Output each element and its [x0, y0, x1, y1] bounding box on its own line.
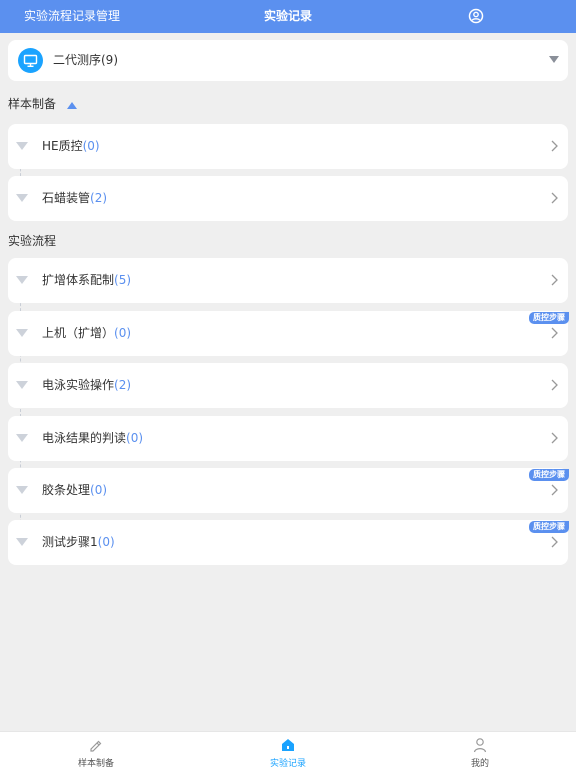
step-row-machine-amplification[interactable]: 上机（扩增）(0) 质控步骤: [8, 311, 569, 356]
step-count: (0): [114, 326, 132, 340]
step-row-amplification-setup[interactable]: 扩增体系配制(5): [8, 258, 568, 303]
step-name: 电泳实验操作: [42, 378, 115, 392]
section-label: 实验流程: [8, 234, 57, 248]
step-name: 石蜡装管: [42, 191, 91, 205]
step-row-gel-strip-processing[interactable]: 胶条处理(0) 质控步骤: [8, 468, 569, 513]
tab-experiment-records[interactable]: 实验记录: [192, 732, 384, 769]
edit-icon: [90, 740, 102, 752]
bottom-nav: 样本制备 实验记录 我的: [0, 731, 576, 769]
step-count: (0): [82, 139, 100, 153]
qc-step-badge: 质控步骤: [529, 469, 569, 481]
step-count: (0): [90, 483, 108, 497]
chevron-right-icon: [551, 379, 558, 391]
tab-label: 实验记录: [269, 759, 306, 769]
qc-step-badge: 质控步骤: [529, 521, 569, 533]
chevron-right-icon: [551, 432, 558, 444]
monitor-icon: [18, 48, 43, 73]
step-marker-icon: [16, 381, 28, 389]
step-marker-icon: [16, 194, 28, 202]
step-row-test-step-1[interactable]: 测试步骤1(0) 质控步骤: [8, 520, 569, 565]
project-selector-label: 二代测序(9): [53, 53, 118, 67]
app-title[interactable]: 实验流程记录管理: [24, 0, 120, 33]
step-count: (5): [114, 273, 132, 287]
step-name: 胶条处理: [42, 483, 91, 497]
chevron-right-icon: [551, 484, 558, 496]
project-selector[interactable]: 二代测序(9): [8, 40, 568, 81]
step-row-paraffin-tube[interactable]: 石蜡装管(2): [8, 176, 568, 221]
tab-sample-prep[interactable]: 样本制备: [0, 732, 192, 769]
user-icon: [473, 738, 487, 753]
step-marker-icon: [16, 538, 28, 546]
step-name: 上机（扩增）: [42, 326, 115, 340]
qc-step-badge: 质控步骤: [529, 312, 569, 324]
step-name: 电泳结果的判读: [42, 431, 127, 445]
step-count: (2): [90, 191, 108, 205]
section-label: 样本制备: [8, 97, 57, 111]
step-marker-icon: [16, 329, 28, 337]
step-marker-icon: [16, 142, 28, 150]
step-count: (0): [97, 535, 115, 549]
chevron-right-icon: [551, 536, 558, 548]
step-name: HE质控: [42, 139, 83, 153]
step-row-electrophoresis-reading[interactable]: 电泳结果的判读(0): [8, 416, 568, 461]
step-marker-icon: [16, 434, 28, 442]
chevron-right-icon: [551, 327, 558, 339]
section-title-sample-prep[interactable]: 样本制备: [8, 95, 78, 112]
chevron-right-icon: [551, 192, 558, 204]
chevron-right-icon: [551, 140, 558, 152]
step-name: 测试步骤1: [42, 535, 98, 549]
user-circle-icon[interactable]: [468, 8, 484, 24]
step-row-electrophoresis-operation[interactable]: 电泳实验操作(2): [8, 363, 568, 408]
home-icon: [282, 739, 294, 751]
section-title-experiment-flow: 实验流程: [8, 232, 56, 249]
step-count: (0): [126, 431, 144, 445]
caret-up-icon[interactable]: [66, 100, 78, 110]
step-count: (2): [114, 378, 132, 392]
chevron-right-icon: [551, 274, 558, 286]
tab-label: 我的: [470, 759, 489, 769]
step-name: 扩增体系配制: [42, 273, 115, 287]
tab-label: 样本制备: [77, 759, 114, 769]
step-marker-icon: [16, 486, 28, 494]
step-marker-icon: [16, 276, 28, 284]
top-bar: 实验记录 实验流程记录管理: [0, 0, 576, 33]
tab-mine[interactable]: 我的: [384, 732, 576, 769]
caret-down-icon[interactable]: [548, 55, 560, 65]
step-row-he-qc[interactable]: HE质控(0): [8, 124, 568, 169]
